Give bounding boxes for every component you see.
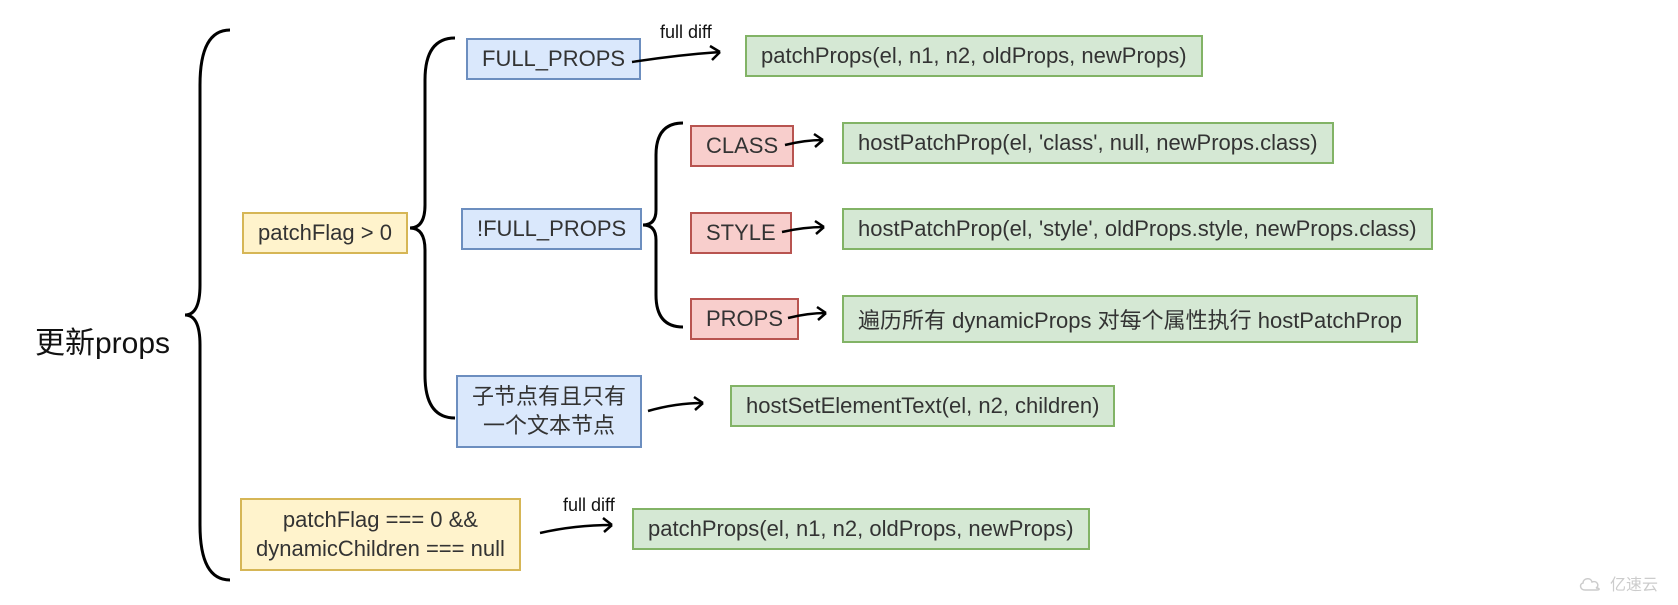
- branch-patchflag-0: patchFlag === 0 && dynamicChildren === n…: [240, 498, 521, 571]
- text-child-line2: 一个文本节点: [483, 412, 615, 441]
- arrow-full-props: [632, 40, 732, 70]
- branch1-brace: [405, 30, 460, 425]
- result-patchprops-1: patchProps(el, n1, n2, oldProps, newProp…: [745, 35, 1203, 77]
- label-full-diff-2: full diff: [563, 495, 615, 516]
- branch2-line1: patchFlag === 0 &&: [283, 506, 478, 535]
- result-patchprops-2: patchProps(el, n1, n2, oldProps, newProp…: [632, 508, 1090, 550]
- child2-brace: [638, 115, 688, 335]
- result-class: hostPatchProp(el, 'class', null, newProp…: [842, 122, 1334, 164]
- result-props: 遍历所有 dynamicProps 对每个属性执行 hostPatchProp: [842, 295, 1418, 343]
- watermark-text: 亿速云: [1610, 571, 1658, 595]
- branch2-line2: dynamicChildren === null: [256, 535, 505, 564]
- root-title: 更新props: [35, 318, 170, 362]
- result-style: hostPatchProp(el, 'style', oldProps.styl…: [842, 208, 1433, 250]
- node-style: STYLE: [690, 212, 792, 254]
- arrow-branch2: [540, 513, 625, 541]
- label-full-diff-1: full diff: [660, 22, 712, 43]
- node-class: CLASS: [690, 125, 794, 167]
- watermark: 亿速云: [1578, 571, 1658, 595]
- node-props: PROPS: [690, 298, 799, 340]
- result-hostsetelementtext: hostSetElementText(el, n2, children): [730, 385, 1115, 427]
- root-brace: [180, 25, 235, 585]
- arrow-text-child: [648, 393, 718, 421]
- node-text-child: 子节点有且只有 一个文本节点: [456, 375, 642, 448]
- node-full-props: FULL_PROPS: [466, 38, 641, 80]
- text-child-line1: 子节点有且只有: [472, 383, 626, 412]
- branch-patchflag-gt0: patchFlag > 0: [242, 212, 408, 254]
- node-not-full-props: !FULL_PROPS: [461, 208, 642, 250]
- cloud-icon: [1578, 574, 1604, 592]
